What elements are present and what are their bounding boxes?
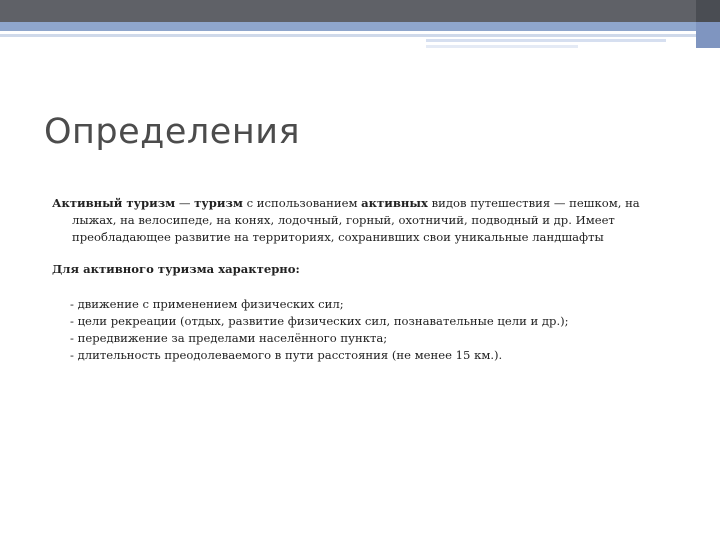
- header-accent-line-short: [426, 45, 578, 48]
- definition-term: активных: [361, 196, 428, 210]
- definition-paragraph: Активный туризм — туризм с использование…: [52, 195, 682, 246]
- definition-term: туризм: [194, 196, 243, 210]
- header-bar-gray: [0, 0, 720, 22]
- definition-text: с использованием: [242, 196, 362, 210]
- slide-title: Определения: [44, 112, 301, 152]
- definition-text: —: [175, 196, 195, 210]
- characteristics-heading: Для активного туризма характерно:: [52, 262, 300, 276]
- header-bar-blue-thin: [0, 34, 720, 37]
- slide-content: Активный туризм — туризм с использование…: [52, 195, 682, 364]
- header-bar-blue: [0, 22, 720, 31]
- header-corner-block-blue: [696, 22, 720, 48]
- list-item: - передвижение за пределами населённого …: [70, 331, 388, 345]
- list-item: - длительность преодолеваемого в пути ра…: [70, 348, 503, 362]
- header-accent-line: [426, 39, 666, 42]
- list-item: - цели рекреации (отдых, развитие физиче…: [70, 314, 569, 328]
- list-item: - движение с применением физических сил;: [70, 297, 344, 311]
- definition-term: Активный туризм: [52, 196, 176, 210]
- characteristics-list: - движение с применением физических сил;…: [70, 296, 682, 364]
